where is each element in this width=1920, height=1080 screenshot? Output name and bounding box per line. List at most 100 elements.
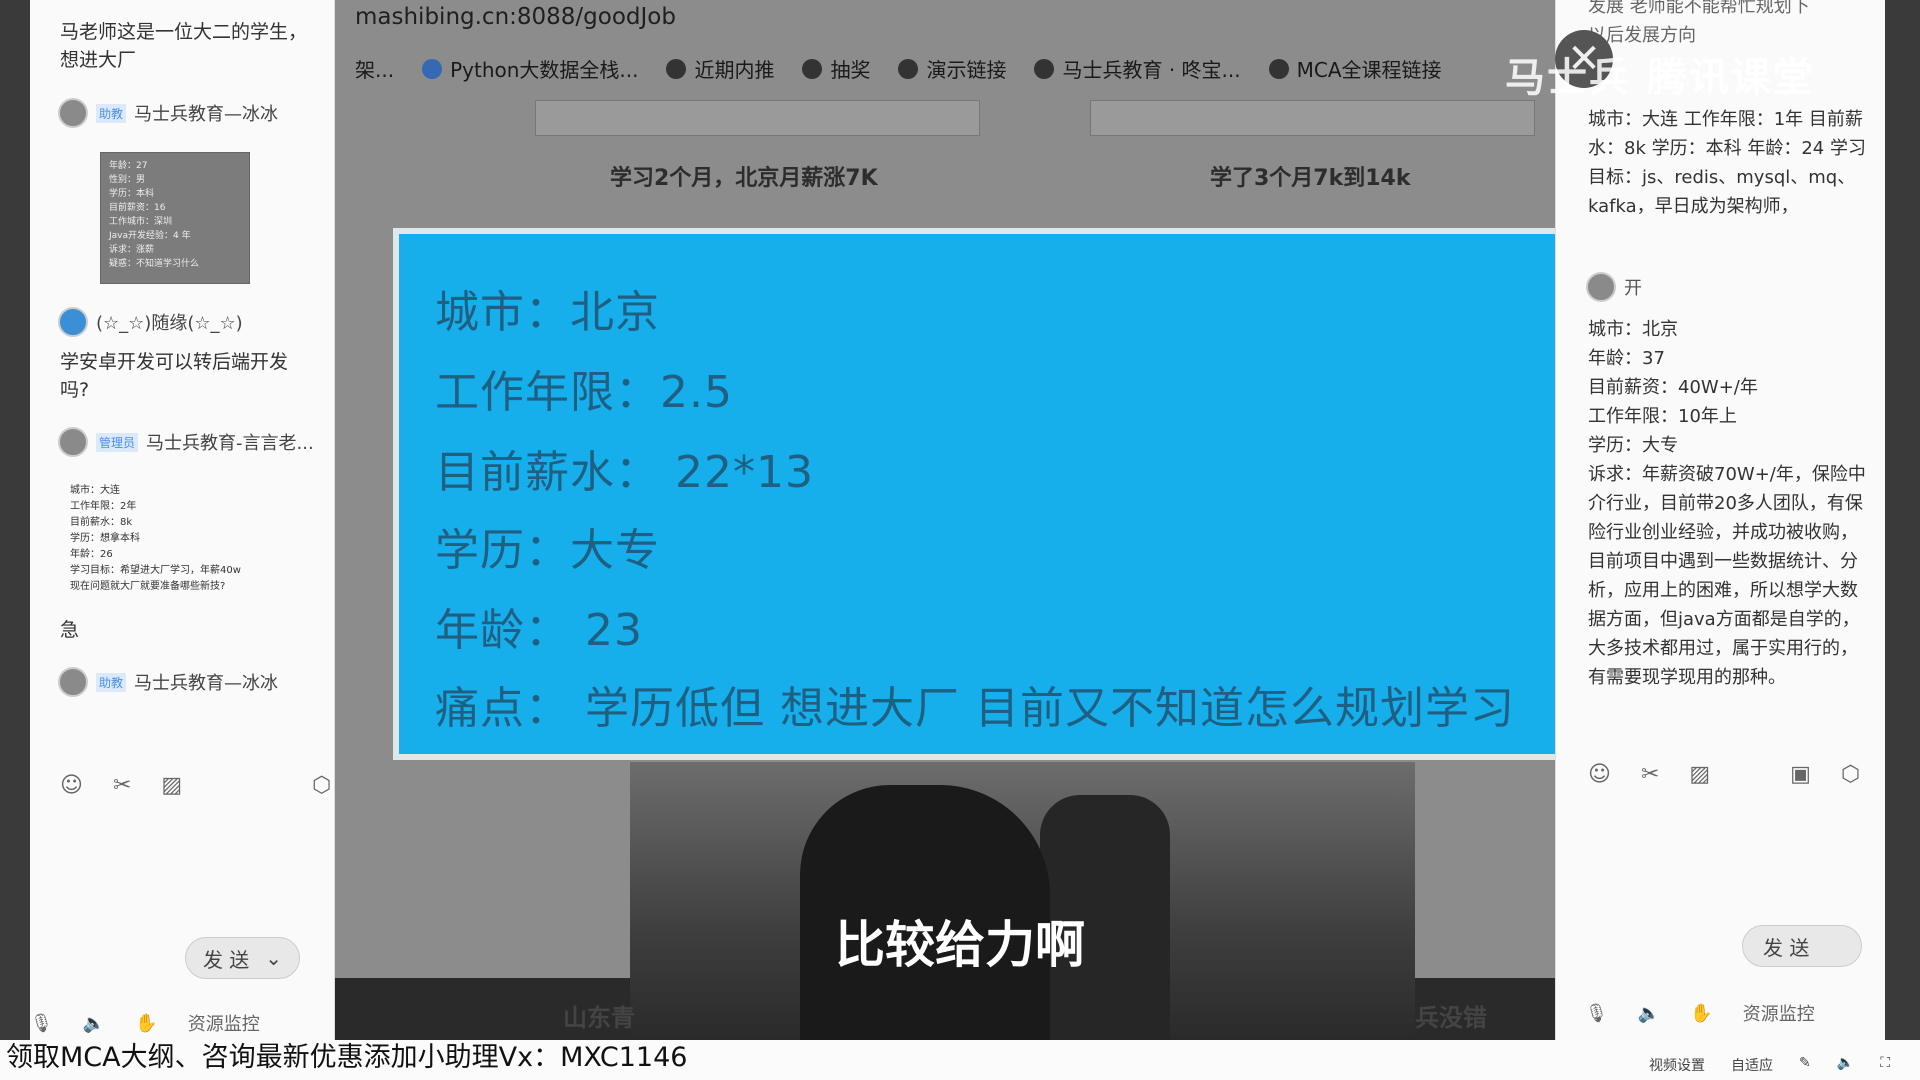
settings-icon[interactable]: ⬡: [312, 773, 331, 798]
avatar: [58, 667, 88, 697]
hand-icon[interactable]: ✋: [1690, 1003, 1712, 1024]
content-card[interactable]: [1090, 100, 1535, 136]
bookmarks-bar: 架... Python大数据全栈... 近期内推 抽奖 演示链接 马士兵教育 ·…: [355, 54, 1442, 83]
chat-image-thumbnail[interactable]: 年龄：27 性别：男 学历：本科 目前薪资：16 工作城市：深圳 Java开发经…: [100, 152, 250, 284]
web-text: 兵没错: [1415, 1004, 1487, 1032]
info-years: 工作年限：2.5: [435, 367, 733, 418]
chat-message: 发展 老师能不能帮忙规划下 以后发展方向: [1588, 0, 1810, 46]
feedback-icon[interactable]: ▣: [1790, 762, 1811, 787]
screen: 马老师这是一位大二的学生， 想进大厂 助教 马士兵教育—冰冰 年龄：27 性别：…: [0, 0, 1920, 1080]
user-name: 马士兵教育—冰冰: [134, 104, 279, 125]
card-line: Java开发经验：4 年: [109, 231, 191, 241]
send-button[interactable]: 发 送: [1742, 925, 1862, 967]
user-name: (☆_☆)随缘(☆_☆): [96, 313, 243, 334]
speaker-icon[interactable]: 🔈: [1638, 1003, 1660, 1024]
card-line: 工作城市：深圳: [109, 217, 173, 227]
bookmark-icon: [1034, 58, 1055, 79]
image-icon[interactable]: ▨: [1689, 762, 1710, 787]
story-caption: 学习2个月，北京月薪涨7K: [610, 166, 878, 191]
role-badge: 助教: [96, 103, 127, 123]
card-line: 目前薪资：16: [109, 203, 166, 213]
resource-monitor-button[interactable]: 资源监控: [1743, 1000, 1815, 1026]
microphone-icon[interactable]: 🎙: [1585, 1003, 1608, 1024]
bookmark-item[interactable]: Python大数据全栈...: [422, 54, 638, 83]
card-line: 疑惑：不知道学习什么: [109, 259, 200, 269]
bookmark-item[interactable]: 马士兵教育 · 咚宝...: [1034, 54, 1241, 83]
chat-user-row[interactable]: 管理员 马士兵教育-言言老...: [58, 425, 314, 459]
role-badge: 助教: [96, 672, 127, 692]
bookmark-item[interactable]: MCA全课程链接: [1268, 54, 1442, 83]
right-bottom-bar: 🎙 🔈 ✋ 资源监控: [1585, 1000, 1815, 1026]
resource-monitor-button[interactable]: 资源监控: [188, 1010, 260, 1036]
chat-user-row[interactable]: (☆_☆)随缘(☆_☆): [58, 305, 243, 339]
video-settings-button[interactable]: 视频设置: [1649, 1055, 1705, 1075]
info-pain-point: 痛点： 学历低但 想进大厂 目前又不知道怎么规划学习: [435, 683, 1515, 734]
chat-user-row[interactable]: 助教 马士兵教育—冰冰: [58, 96, 278, 130]
right-edge: [1885, 0, 1920, 1040]
bookmark-icon: [898, 58, 919, 79]
bookmark-label: 架...: [355, 58, 395, 82]
info-education: 学历：大专: [435, 525, 660, 576]
bookmark-item[interactable]: 架...: [355, 54, 394, 83]
bookmark-label: 抽奖: [830, 58, 871, 82]
bookmark-label: 马士兵教育 · 咚宝...: [1062, 58, 1241, 82]
send-label: 发 送: [1763, 935, 1810, 960]
bookmark-label: MCA全课程链接: [1296, 58, 1442, 82]
user-name: 马士兵教育—冰冰: [134, 673, 279, 694]
fullscreen-icon[interactable]: ⛶: [1880, 1055, 1890, 1075]
volume-icon[interactable]: 🔈: [1837, 1055, 1854, 1075]
info-line: 目前薪水：8k: [70, 517, 133, 528]
chat-user-row[interactable]: 助教 马士兵教育—冰冰: [58, 665, 278, 699]
image-icon[interactable]: ▨: [161, 773, 182, 798]
microphone-icon[interactable]: 🎙: [30, 1013, 53, 1034]
bookmark-icon: [802, 58, 823, 79]
bookmark-label: 近期内推: [694, 58, 775, 82]
scissors-icon[interactable]: ✂: [1641, 762, 1659, 787]
card-line: 学历：本科: [109, 189, 155, 199]
info-line: 工作年限：2年: [70, 501, 137, 512]
bookmark-item[interactable]: 演示链接: [898, 54, 1006, 83]
info-line: 年龄：26: [70, 549, 113, 560]
avatar: [58, 427, 88, 457]
emoji-icon[interactable]: ☺: [1588, 762, 1611, 787]
info-line: 现在问题就大厂就要准备哪些新技?: [70, 581, 226, 592]
chat-message: 城市：北京 年龄：37 目前薪资：40W+/年 工作年限：10年上 学历：大专 …: [1588, 319, 1866, 688]
adaptive-button[interactable]: 自适应: [1731, 1055, 1773, 1075]
python-icon: [422, 58, 443, 79]
settings-icon[interactable]: ⬡: [1841, 762, 1860, 787]
bookmark-item[interactable]: 抽奖: [802, 54, 870, 83]
content-card[interactable]: [535, 100, 980, 136]
user-name: 马士兵教育-言言老...: [146, 433, 314, 454]
role-badge: 管理员: [96, 432, 139, 452]
bookmark-label: 演示链接: [926, 58, 1007, 82]
ad-text: 领取MCA大纲、咨询最新优惠添加小助理Vx：MXC1146: [6, 1042, 688, 1073]
speaker-icon[interactable]: 🔈: [83, 1013, 105, 1034]
hand-icon[interactable]: ✋: [135, 1013, 157, 1034]
info-city: 城市：北京: [435, 287, 660, 338]
emoji-icon[interactable]: ☺: [60, 773, 83, 798]
web-text: 山东青: [563, 1004, 635, 1032]
chat-info-block: 城市：大连 工作年限：2年 目前薪水：8k 学历：想拿本科 年龄：26 学习目标…: [70, 483, 241, 595]
user-name: 开: [1624, 278, 1642, 299]
chat-message: 学安卓开发可以转后端开发: [60, 351, 289, 373]
info-line: 学历：想拿本科: [70, 533, 140, 544]
chat-user-row[interactable]: 开: [1586, 272, 1642, 302]
student-info-card: 城市：北京 工作年限：2.5 目前薪水： 22*13 学历：大专 年龄： 23 …: [393, 228, 1568, 760]
address-bar[interactable]: mashibing.cn:8088/goodJob: [355, 4, 676, 30]
info-age: 年龄： 23: [435, 605, 643, 656]
chat-message: 想进大厂: [60, 49, 137, 71]
bookmark-icon: [666, 58, 687, 79]
pen-icon[interactable]: ✎: [1799, 1055, 1811, 1075]
card-line: 年龄：27: [109, 161, 148, 171]
left-bottom-bar: 🎙 🔈 ✋ 资源监控: [30, 1010, 260, 1036]
watermark-logo: 马士兵 腾讯课堂: [1505, 55, 1815, 101]
scissors-icon[interactable]: ✂: [113, 773, 131, 798]
card-line: 性别：男: [109, 175, 146, 185]
avatar: [1586, 272, 1616, 302]
card-line: 诉求：涨薪: [109, 245, 155, 255]
left-chat-panel: 马老师这是一位大二的学生， 想进大厂 助教 马士兵教育—冰冰 年龄：27 性别：…: [30, 0, 335, 1040]
bookmark-item[interactable]: 近期内推: [666, 54, 774, 83]
info-salary: 目前薪水： 22*13: [435, 447, 814, 498]
avatar: [58, 307, 88, 337]
info-line: 城市：大连: [70, 485, 120, 496]
